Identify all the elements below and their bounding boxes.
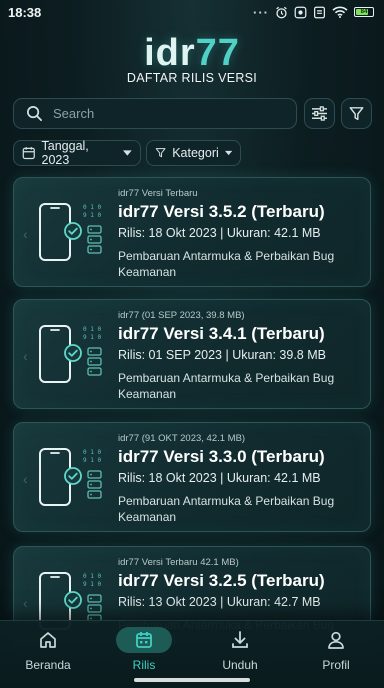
calendar-icon [22,147,35,160]
alarm-icon [276,6,287,18]
status-time: 18:38 [8,4,42,20]
svg-text:0 1 0: 0 1 0 [83,449,101,456]
nav-item-profil[interactable]: Profil [288,621,384,679]
search-bar[interactable] [13,98,297,129]
sliders-icon [312,106,327,121]
home-indicator[interactable] [134,678,250,682]
release-label: idr77 Versi Terbaru 42.1 MB) [118,557,239,568]
release-title: idr77 Versi 3.3.0 (Terbaru) [118,447,325,466]
release-meta: Rilis: 13 Okt 2023 | Ukuran: 42.7 MB [118,595,321,609]
release-description: Pembaruan Antarmuka & Perbaikan Bug Keam… [118,249,335,279]
nav-item-unduh[interactable]: Unduh [192,621,288,679]
wifi-icon [332,6,348,18]
release-card[interactable]: ‹ 0 1 0 9 1 0 idr77 (01 SEP 2023, 39.8 M… [13,299,371,409]
phone-update-illustration: 0 1 0 9 1 0 [39,448,102,506]
release-meta: Rilis: 01 SEP 2023 | Ukuran: 39.8 MB [118,348,326,362]
notification-dots-icon: ··· [253,4,269,20]
release-title: idr77 Versi 3.2.5 (Terbaru) [118,571,325,590]
nav-label-unduh: Unduh [222,658,258,672]
svg-text:9 1 0: 9 1 0 [83,581,101,588]
nav-item-beranda[interactable]: Beranda [0,621,96,679]
screen-record-icon [294,6,307,18]
phone-update-illustration: 0 1 0 9 1 0 [39,203,102,261]
caret-down-icon [224,150,232,156]
release-title: idr77 Versi 3.4.1 (Terbaru) [118,324,325,343]
bottom-navigation: Beranda Rilis Unduh Profil [0,620,384,688]
app-screen: 18:38 ··· 84 idr77 DAFTAR RILIS VERSI Se… [0,0,384,688]
chevron-left-icon: ‹ [23,595,28,611]
release-label: idr77 (91 OKT 2023, 42.1 MB) [118,433,246,444]
release-illustration: 0 1 0 9 1 0 [36,443,112,518]
chevron-left-icon: ‹ [23,471,28,487]
user-icon [328,631,344,649]
home-icon [40,632,56,648]
date-filter-dropdown[interactable]: Tanggal, 2023 [13,139,141,167]
page-title: DAFTAR RILIS VERSI [126,71,258,85]
nav-icon-container [116,627,172,653]
svg-text:9 1 0: 9 1 0 [83,212,101,219]
filter-button[interactable] [341,98,372,129]
nav-label-profil: Profil [322,658,350,672]
chevron-left-icon: ‹ [23,226,28,242]
nav-icon-container [212,627,268,653]
phone-update-illustration: 0 1 0 9 1 0 [39,325,102,383]
logo-main: idr [144,32,196,74]
calendar-icon [136,632,152,648]
status-bar: 18:38 ··· 84 [0,0,384,24]
filter-icon [349,106,364,120]
svg-text:0 1 0: 0 1 0 [83,573,101,580]
date-filter-label: Tanggal, 2023 [41,139,89,167]
nav-item-rilis[interactable]: Rilis [96,621,192,679]
chevron-left-icon: ‹ [23,348,28,364]
nav-icon-container [20,627,76,653]
download-icon [232,631,248,648]
release-meta: Rilis: 18 Okt 2023 | Ukuran: 42.1 MB [118,226,321,240]
filter-icon [155,148,166,158]
release-meta: Rilis: 18 Okt 2023 | Ukuran: 42.1 MB [118,471,321,485]
release-illustration: 0 1 0 9 1 0 [36,320,112,395]
category-filter-label: Kategori [172,146,219,160]
caret-down-icon [123,150,132,156]
svg-text:0 1 0: 0 1 0 [83,326,101,333]
release-card[interactable]: ‹ 0 1 0 9 1 0 idr77 Versi Terbaru idr77 … [13,177,371,287]
battery-level: 84 [360,9,368,15]
release-card[interactable]: ‹ 0 1 0 9 1 0 idr77 (91 OKT 2023, 42.1 M… [13,422,371,532]
release-description: Pembaruan Antarmuka & Perbaikan Bug Keam… [118,371,335,401]
category-filter-dropdown[interactable]: Kategori [146,140,241,166]
nav-label-beranda: Beranda [25,658,71,672]
search-input[interactable] [53,106,273,121]
nav-icon-container [308,627,364,653]
sort-settings-button[interactable] [304,98,335,129]
svg-text:0 1 0: 0 1 0 [83,204,101,211]
status-icons: ··· 84 [253,5,374,20]
release-label: idr77 Versi Terbaru [118,188,198,199]
app-logo: idr77 [0,32,384,75]
battery-icon: 84 [354,7,374,17]
svg-text:9 1 0: 9 1 0 [83,457,101,464]
search-icon [27,106,43,122]
nav-label-rilis: Rilis [132,658,156,672]
sim-icon [314,6,325,18]
release-title: idr77 Versi 3.5.2 (Terbaru) [118,202,325,221]
release-illustration: 0 1 0 9 1 0 [36,198,112,273]
logo-accent: 77 [195,32,240,74]
release-label: idr77 (01 SEP 2023, 39.8 MB) [118,310,245,321]
svg-text:9 1 0: 9 1 0 [83,334,101,341]
release-description: Pembaruan Antarmuka & Perbaikan Bug Keam… [118,494,335,524]
